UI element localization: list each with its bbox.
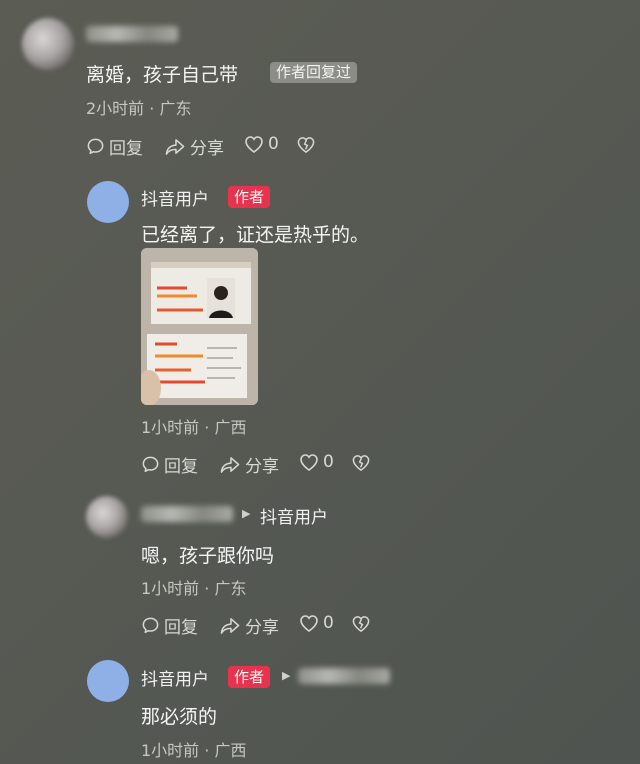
like-count: 0 [323, 452, 334, 472]
comment-meta: 1小时前 · 广西 [141, 418, 247, 437]
username[interactable]: 抖音用户 [141, 665, 209, 690]
attached-photo[interactable] [141, 248, 258, 405]
share-arrow-icon [219, 616, 241, 635]
like-button[interactable]: 0 [299, 613, 334, 633]
comment-text: 离婚，孩子自己带 [86, 64, 239, 86]
reply-button[interactable]: 回复 [141, 452, 198, 477]
reply-target-username[interactable]: 抖音用户 [260, 503, 328, 528]
share-arrow-icon [219, 455, 241, 474]
comment-bubble-icon [86, 137, 105, 156]
broken-heart-icon [351, 455, 371, 476]
broken-heart-icon [351, 616, 371, 637]
share-arrow-icon [164, 137, 186, 156]
comment-meta: 1小时前 · 广东 [141, 579, 247, 598]
dislike-button[interactable] [351, 615, 371, 637]
reply-label: 回复 [109, 139, 143, 159]
comment-text: 已经离了，证还是热乎的。 [141, 224, 370, 246]
like-button[interactable]: 0 [244, 134, 279, 154]
reply-label: 回复 [164, 457, 198, 477]
comment-text: 嗯，孩子跟你吗 [141, 545, 275, 567]
author-replied-badge: 作者回复过 [270, 62, 358, 83]
comment-bubble-icon [141, 616, 160, 635]
broken-heart-icon [296, 137, 316, 158]
comment-text: 那必须的 [141, 706, 218, 728]
reply-button[interactable]: 回复 [86, 134, 143, 159]
share-label: 分享 [245, 618, 279, 638]
like-count: 0 [323, 613, 334, 633]
avatar[interactable] [87, 181, 129, 223]
heart-icon [244, 135, 264, 154]
like-count: 0 [268, 134, 279, 154]
share-label: 分享 [245, 457, 279, 477]
avatar[interactable] [86, 496, 128, 538]
heart-icon [299, 614, 319, 633]
share-button[interactable]: 分享 [219, 613, 279, 638]
reply-to-arrow-icon: ▶ [282, 669, 291, 682]
reply-button[interactable]: 回复 [141, 613, 198, 638]
username-blurred[interactable] [86, 26, 178, 42]
avatar[interactable] [22, 18, 74, 70]
like-button[interactable]: 0 [299, 452, 334, 472]
username[interactable]: 抖音用户 [141, 185, 209, 210]
comment-meta: 1小时前 · 广西 [141, 741, 247, 760]
share-button[interactable]: 分享 [164, 134, 224, 159]
avatar[interactable] [87, 660, 129, 702]
comment-meta: 2小时前 · 广东 [86, 99, 192, 118]
username-blurred[interactable] [141, 506, 233, 522]
author-badge: 作者 [228, 666, 271, 688]
reply-label: 回复 [164, 618, 198, 638]
author-badge: 作者 [228, 186, 271, 208]
dislike-button[interactable] [351, 454, 371, 476]
dislike-button[interactable] [296, 136, 316, 158]
reply-to-arrow-icon: ▶ [242, 507, 251, 520]
reply-target-username-blurred[interactable] [298, 668, 390, 684]
heart-icon [299, 453, 319, 472]
share-button[interactable]: 分享 [219, 452, 279, 477]
comment-bubble-icon [141, 455, 160, 474]
share-label: 分享 [190, 139, 224, 159]
certificate-photo-image [141, 248, 258, 405]
